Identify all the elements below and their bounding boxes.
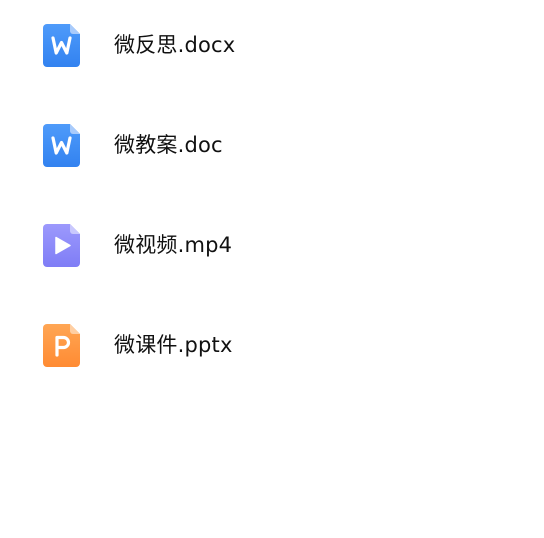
word-doc-icon: [43, 124, 80, 167]
file-item-doc[interactable]: 微教案.doc: [0, 100, 544, 180]
file-name: 微课件.pptx: [114, 333, 233, 357]
file-item-mp4[interactable]: 微视频.mp4: [0, 200, 544, 280]
powerpoint-file-icon: [43, 324, 80, 367]
file-name: 微反思.docx: [114, 33, 236, 57]
video-file-icon: [43, 224, 80, 267]
file-item-docx[interactable]: 微反思.docx: [0, 0, 544, 80]
file-name: 微视频.mp4: [114, 233, 233, 257]
file-item-pptx[interactable]: 微课件.pptx: [0, 300, 544, 380]
file-list: 微反思.docx 微教案.doc 微视频.mp4 微课件.pptx: [0, 0, 544, 538]
word-doc-icon: [43, 24, 80, 67]
file-name: 微教案.doc: [114, 133, 223, 157]
